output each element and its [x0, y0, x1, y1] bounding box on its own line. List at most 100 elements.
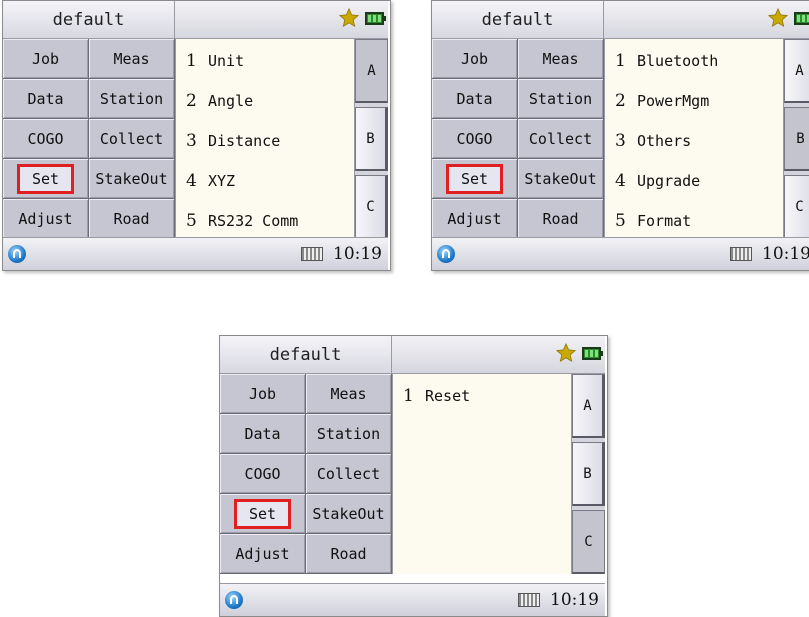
list-item[interactable]: 2 Angle: [186, 91, 253, 111]
menu-label-set: Set: [445, 163, 504, 194]
menu-button-adjust[interactable]: Adjust: [3, 199, 89, 239]
menu-button-data[interactable]: Data: [432, 79, 518, 119]
screen-settings-page-a: default Job Meas Data Station COGO Collect Se…: [2, 0, 391, 271]
menu-button-stakeout[interactable]: StakeOut: [518, 159, 604, 199]
list-item-number: 3: [615, 131, 626, 151]
menu-button-adjust[interactable]: Adjust: [220, 534, 306, 574]
star-icon[interactable]: [338, 7, 360, 29]
star-icon[interactable]: [767, 7, 789, 29]
menu-button-road[interactable]: Road: [89, 199, 175, 239]
menu-button-data[interactable]: Data: [220, 414, 306, 454]
list-item-label: Unit: [208, 52, 245, 70]
list-item-label: Format: [637, 212, 692, 230]
list-item[interactable]: 5 Format: [615, 211, 691, 231]
profile-title[interactable]: default: [432, 1, 604, 39]
device-screen: default Job Meas Data Station COGO Collect Se…: [3, 1, 388, 270]
list-item-label: PowerMgm: [637, 92, 710, 110]
profile-title[interactable]: default: [220, 336, 392, 374]
status-bar: 10:19: [3, 237, 388, 270]
list-item-label: Distance: [208, 132, 281, 150]
list-item-label: Others: [637, 132, 692, 150]
battery-icon: [582, 347, 603, 360]
menu-button-adjust[interactable]: Adjust: [432, 199, 518, 239]
start-icon[interactable]: [437, 245, 455, 263]
keyboard-icon[interactable]: [518, 593, 540, 607]
list-item[interactable]: 1 Bluetooth: [615, 51, 718, 71]
menu-button-data[interactable]: Data: [3, 79, 89, 119]
menu-button-job[interactable]: Job: [432, 39, 518, 79]
list-item[interactable]: 3 Others: [615, 131, 691, 151]
tab-c[interactable]: C: [355, 175, 388, 239]
list-item-label: Angle: [208, 92, 254, 110]
list-item[interactable]: 3 Distance: [186, 131, 280, 151]
list-item-label: Upgrade: [637, 172, 701, 190]
list-item-number: 4: [186, 171, 197, 191]
star-icon[interactable]: [555, 342, 577, 364]
menu-button-meas[interactable]: Meas: [306, 374, 392, 414]
tab-b[interactable]: B: [784, 107, 809, 171]
list-item-label: Bluetooth: [637, 52, 719, 70]
settings-list: 1 Reset: [392, 374, 571, 574]
list-item[interactable]: 2 PowerMgm: [615, 91, 709, 111]
menu-button-collect[interactable]: Collect: [306, 454, 392, 494]
list-item-label: RS232 Comm: [208, 212, 299, 230]
menu-button-road[interactable]: Road: [306, 534, 392, 574]
menu-button-stakeout[interactable]: StakeOut: [89, 159, 175, 199]
menu-button-meas[interactable]: Meas: [518, 39, 604, 79]
menu-button-collect[interactable]: Collect: [518, 119, 604, 159]
page-tabs: ABC: [783, 39, 809, 239]
profile-title[interactable]: default: [3, 1, 175, 39]
list-item[interactable]: 1 Reset: [403, 386, 470, 406]
menu-label-set: Set: [16, 163, 75, 194]
tab-c[interactable]: C: [572, 510, 605, 574]
tab-b[interactable]: B: [355, 107, 388, 171]
menu-button-station[interactable]: Station: [89, 79, 175, 119]
list-item-number: 1: [615, 51, 626, 71]
status-bar: 10:19: [432, 237, 809, 270]
settings-list: 1 Unit 2 Angle 3 Distance 4 XYZ 5 RS232 Comm: [175, 39, 354, 239]
battery-icon: [365, 12, 386, 25]
tab-a[interactable]: A: [355, 39, 388, 103]
menu-button-cogo[interactable]: COGO: [220, 454, 306, 494]
clock: 10:19: [762, 244, 809, 264]
list-item-number: 4: [615, 171, 626, 191]
menu-button-meas[interactable]: Meas: [89, 39, 175, 79]
menu-button-cogo[interactable]: COGO: [3, 119, 89, 159]
screen-settings-page-c: default Job Meas Data Station COGO Collect Se…: [219, 335, 608, 617]
menu-button-station[interactable]: Station: [306, 414, 392, 454]
list-item[interactable]: 4 Upgrade: [615, 171, 700, 191]
menu-button-station[interactable]: Station: [518, 79, 604, 119]
list-item[interactable]: 5 RS232 Comm: [186, 211, 298, 231]
menu-button-set[interactable]: Set: [432, 159, 518, 199]
list-item-label: XYZ: [208, 172, 236, 190]
menu-button-collect[interactable]: Collect: [89, 119, 175, 159]
list-item[interactable]: 1 Unit: [186, 51, 244, 71]
menu-button-job[interactable]: Job: [3, 39, 89, 79]
title-bar: [175, 1, 388, 39]
screen-settings-page-b: default Job Meas Data Station COGO Collect Se…: [431, 0, 809, 271]
start-icon[interactable]: [8, 245, 26, 263]
tab-a[interactable]: A: [572, 374, 605, 438]
tab-c[interactable]: C: [784, 175, 809, 239]
list-item[interactable]: 4 XYZ: [186, 171, 235, 191]
tab-a[interactable]: A: [784, 39, 809, 103]
tab-b[interactable]: B: [572, 442, 605, 506]
start-icon[interactable]: [225, 591, 243, 609]
menu-button-road[interactable]: Road: [518, 199, 604, 239]
menu-button-set[interactable]: Set: [3, 159, 89, 199]
keyboard-icon[interactable]: [730, 247, 752, 261]
list-item-number: 1: [186, 51, 197, 71]
list-item-number: 3: [186, 131, 197, 151]
list-item-number: 5: [615, 211, 626, 231]
page-tabs: ABC: [354, 39, 388, 239]
keyboard-icon[interactable]: [301, 247, 323, 261]
main-menu: Job Meas Data Station COGO Collect Set StakeOu…: [220, 374, 392, 574]
menu-button-set[interactable]: Set: [220, 494, 306, 534]
list-item-number: 1: [403, 386, 414, 406]
main-menu: Job Meas Data Station COGO Collect Set StakeOu…: [3, 39, 175, 239]
menu-button-stakeout[interactable]: StakeOut: [306, 494, 392, 534]
menu-button-job[interactable]: Job: [220, 374, 306, 414]
menu-button-cogo[interactable]: COGO: [432, 119, 518, 159]
main-menu: Job Meas Data Station COGO Collect Set StakeOu…: [432, 39, 604, 239]
status-bar: 10:19: [220, 583, 605, 616]
